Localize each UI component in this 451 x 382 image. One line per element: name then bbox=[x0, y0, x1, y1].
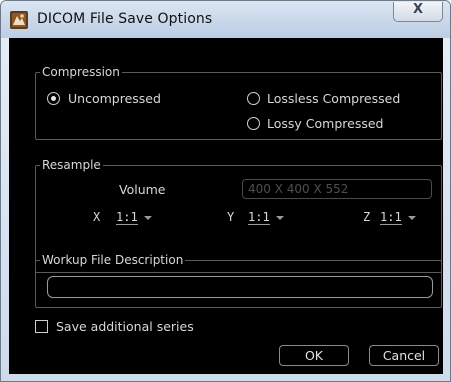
dicom-app-icon bbox=[10, 11, 28, 29]
window-title: DICOM File Save Options bbox=[37, 11, 213, 27]
compression-legend: Compression bbox=[40, 65, 122, 79]
uncompressed-label[interactable]: Uncompressed bbox=[68, 92, 161, 106]
chevron-down-icon bbox=[275, 215, 284, 220]
close-icon: X bbox=[412, 2, 424, 17]
close-button[interactable]: X bbox=[393, 2, 443, 22]
dicom-save-options-dialog: DICOM File Save Options X Compression Un… bbox=[0, 0, 451, 382]
workup-description-legend: Workup File Description bbox=[40, 253, 186, 267]
cancel-button[interactable]: Cancel bbox=[369, 345, 439, 366]
lossy-compressed-label[interactable]: Lossy Compressed bbox=[267, 117, 383, 131]
lossless-compressed-radio[interactable] bbox=[247, 92, 260, 105]
resample-legend: Resample bbox=[40, 158, 103, 172]
y-resample-value: 1:1 bbox=[248, 210, 270, 225]
ok-button[interactable]: OK bbox=[279, 345, 349, 366]
y-resample-dropdown[interactable]: 1:1 bbox=[248, 210, 284, 225]
volume-size-field: 400 X 400 X 552 bbox=[242, 179, 432, 199]
dialog-body: Compression Uncompressed Lossless Compre… bbox=[9, 38, 443, 374]
lossless-compressed-label[interactable]: Lossless Compressed bbox=[267, 92, 400, 106]
volume-label: Volume bbox=[119, 182, 166, 197]
z-axis-label: Z bbox=[363, 210, 371, 224]
lossy-compressed-radio[interactable] bbox=[247, 117, 260, 130]
chevron-down-icon bbox=[407, 215, 416, 220]
y-axis-label: Y bbox=[227, 210, 235, 224]
chevron-down-icon bbox=[143, 215, 152, 220]
save-additional-series-checkbox[interactable] bbox=[35, 320, 48, 333]
title-bar[interactable]: DICOM File Save Options X bbox=[1, 1, 450, 38]
x-axis-label: X bbox=[93, 210, 101, 224]
save-additional-series-label[interactable]: Save additional series bbox=[56, 320, 194, 334]
workup-description-input[interactable] bbox=[47, 276, 433, 298]
z-resample-value: 1:1 bbox=[380, 210, 402, 225]
x-resample-value: 1:1 bbox=[116, 210, 138, 225]
z-resample-dropdown[interactable]: 1:1 bbox=[380, 210, 416, 225]
x-resample-dropdown[interactable]: 1:1 bbox=[116, 210, 152, 225]
uncompressed-radio[interactable] bbox=[47, 92, 60, 105]
